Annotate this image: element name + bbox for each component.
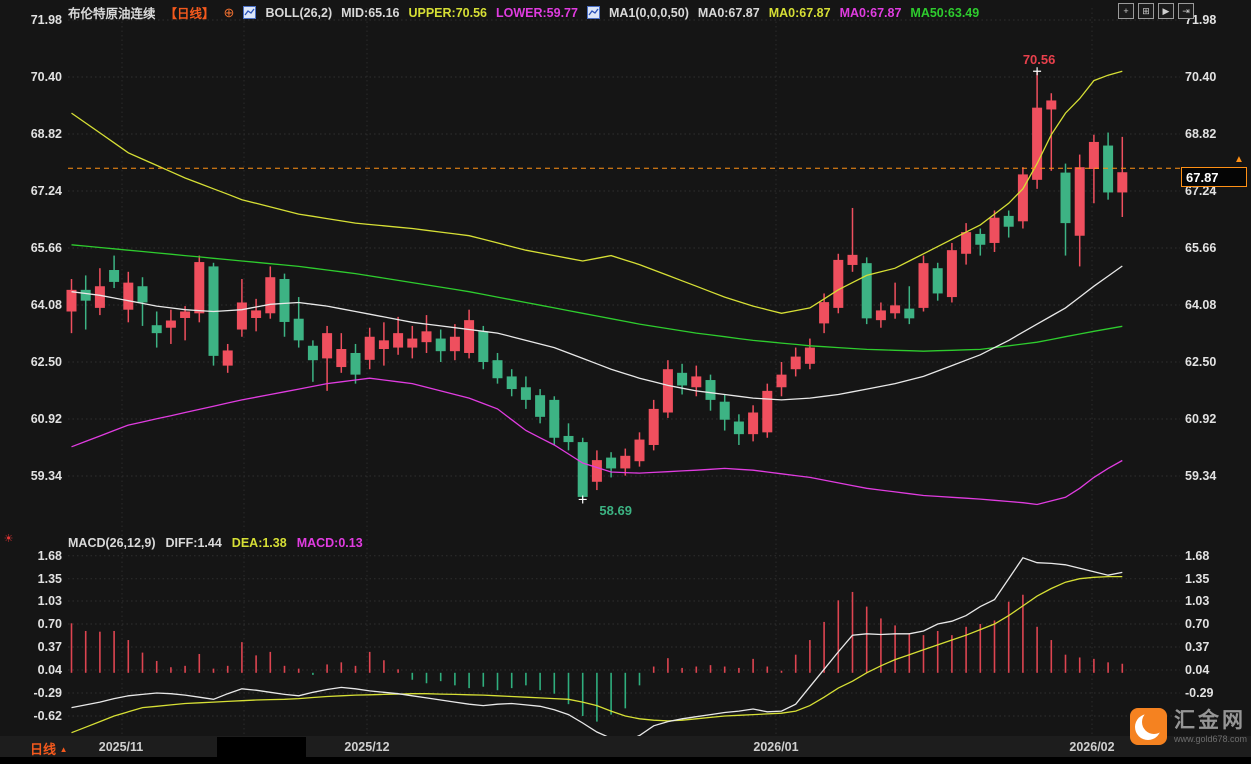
indicator-value: MA1(0,0,0,50) bbox=[608, 5, 689, 20]
axis-label: 64.08 bbox=[1185, 298, 1217, 312]
date-label: 2025/12 bbox=[344, 740, 390, 754]
axis-label: -0.29 bbox=[1185, 686, 1214, 700]
axis-label: 0.37 bbox=[1185, 640, 1210, 654]
chart-canvas[interactable] bbox=[0, 0, 1251, 764]
indicator-value: DIFF:1.44 bbox=[165, 536, 222, 550]
date-label: 2026/02 bbox=[1069, 740, 1115, 754]
boll-indicator-values: BOLL(26,2) MID:65.16 UPPER:70.56 LOWER:59.7… bbox=[265, 6, 578, 20]
indicator-value: MACD:0.13 bbox=[296, 536, 363, 550]
axis-label: 64.08 bbox=[30, 298, 62, 312]
site-logo[interactable]: 汇金网 www.gold678.com bbox=[1130, 708, 1247, 745]
axis-label: 71.98 bbox=[30, 13, 62, 27]
axis-label: 68.82 bbox=[1185, 127, 1217, 141]
high-price-annotation: 70.56 bbox=[1022, 52, 1056, 68]
axis-label: 65.66 bbox=[30, 241, 62, 255]
axis-label: 1.03 bbox=[37, 594, 62, 608]
axis-label: 0.04 bbox=[37, 663, 62, 677]
axis-label: 70.40 bbox=[30, 70, 62, 84]
axis-label: 1.35 bbox=[1185, 571, 1210, 586]
axis-label: 62.50 bbox=[1185, 355, 1217, 369]
play-icon[interactable]: ▶ bbox=[1158, 3, 1174, 19]
axis-label: 62.50 bbox=[30, 355, 62, 369]
last-price-value: 67.87 bbox=[1186, 170, 1219, 186]
axis-label: 59.34 bbox=[30, 469, 62, 483]
instrument-title: 布伦特原油连续 bbox=[68, 7, 156, 21]
macd-indicator-bar: MACD(26,12,9) DIFF:1.44 DEA:1.38 MACD:0.13 bbox=[68, 536, 363, 550]
axis-label: 0.70 bbox=[1185, 617, 1210, 631]
shift-right-icon[interactable]: ⇥ bbox=[1178, 3, 1194, 19]
kline-chart-icon[interactable] bbox=[243, 6, 257, 19]
indicator-value: MA0:67.87 bbox=[697, 5, 760, 20]
redacted-date-label bbox=[217, 737, 306, 757]
last-price-tag: 67.87 bbox=[1181, 167, 1247, 188]
axis-label: 1.03 bbox=[1185, 594, 1210, 608]
ma-indicator-values: MA1(0,0,0,50) MA0:67.87 MA0:67.87 MA0:67.87… bbox=[609, 6, 979, 20]
period-selector[interactable]: 日线 ▲ bbox=[30, 739, 68, 758]
axis-label: 0.04 bbox=[1185, 663, 1210, 677]
axis-label: 67.24 bbox=[30, 184, 62, 198]
axis-label: 0.70 bbox=[37, 617, 62, 631]
indicator-value: MA50:63.49 bbox=[910, 5, 980, 20]
indicator-value: MID:65.16 bbox=[341, 5, 400, 20]
indicator-value: UPPER:70.56 bbox=[408, 5, 487, 20]
price-up-arrow-icon: ▲ bbox=[1234, 154, 1244, 166]
axis-label: 60.92 bbox=[1185, 412, 1217, 426]
axis-label: 70.40 bbox=[1185, 70, 1217, 84]
triangle-up-icon: ▲ bbox=[59, 745, 68, 754]
axis-label: 1.68 bbox=[1185, 548, 1210, 563]
add-indicator-icon[interactable]: ⊕ bbox=[224, 6, 235, 19]
axis-label: 65.66 bbox=[1185, 241, 1217, 255]
axis-label: 1.68 bbox=[37, 548, 62, 563]
indicator-value: MA0:67.87 bbox=[768, 5, 831, 20]
alert-sun-icon[interactable]: ☀ bbox=[2, 533, 15, 546]
axis-label: 60.92 bbox=[30, 412, 62, 426]
axis-label: 59.34 bbox=[1185, 469, 1217, 483]
axis-label: 0.37 bbox=[37, 640, 62, 654]
axis-label: 1.35 bbox=[37, 571, 62, 586]
site-name: 汇金网 bbox=[1174, 709, 1246, 732]
axis-label: -0.62 bbox=[33, 709, 63, 723]
low-price-annotation: 58.69 bbox=[599, 503, 632, 519]
bottom-strip bbox=[0, 757, 1251, 764]
date-label: 2025/11 bbox=[98, 740, 144, 754]
indicator-value: LOWER:59.77 bbox=[496, 5, 578, 20]
kline-chart-icon[interactable] bbox=[586, 6, 600, 19]
chart-toolbar: + ⊞ ▶ ⇥ bbox=[1118, 3, 1194, 19]
site-url: www.gold678.com bbox=[1174, 734, 1248, 744]
period-tag[interactable]: 【日线】 bbox=[165, 3, 215, 22]
indicator-value: MA0:67.87 bbox=[839, 5, 902, 20]
indicator-value: MACD(26,12,9) bbox=[68, 536, 156, 550]
crosshair-icon[interactable]: + bbox=[1118, 3, 1134, 19]
axis-label: 68.82 bbox=[30, 127, 62, 141]
indicator-value: BOLL(26,2) bbox=[265, 5, 333, 20]
date-label: 2026/01 bbox=[753, 740, 799, 754]
chart-app: 布伦特原油连续 【日线】 ⊕ BOLL(26,2) MID:65.16 UPPER:… bbox=[0, 0, 1251, 764]
bottom-bar: 日线 ▲ 2025/11 2025/12 2026/01 2026/02 bbox=[0, 736, 1251, 757]
main-indicator-bar: 布伦特原油连续 【日线】 ⊕ BOLL(26,2) MID:65.16 UPPER:… bbox=[68, 3, 979, 22]
huijin-logo-icon bbox=[1130, 708, 1167, 745]
indicator-value: DEA:1.38 bbox=[231, 536, 287, 550]
add-panel-icon[interactable]: ⊞ bbox=[1138, 3, 1154, 19]
axis-label: -0.29 bbox=[33, 686, 63, 700]
